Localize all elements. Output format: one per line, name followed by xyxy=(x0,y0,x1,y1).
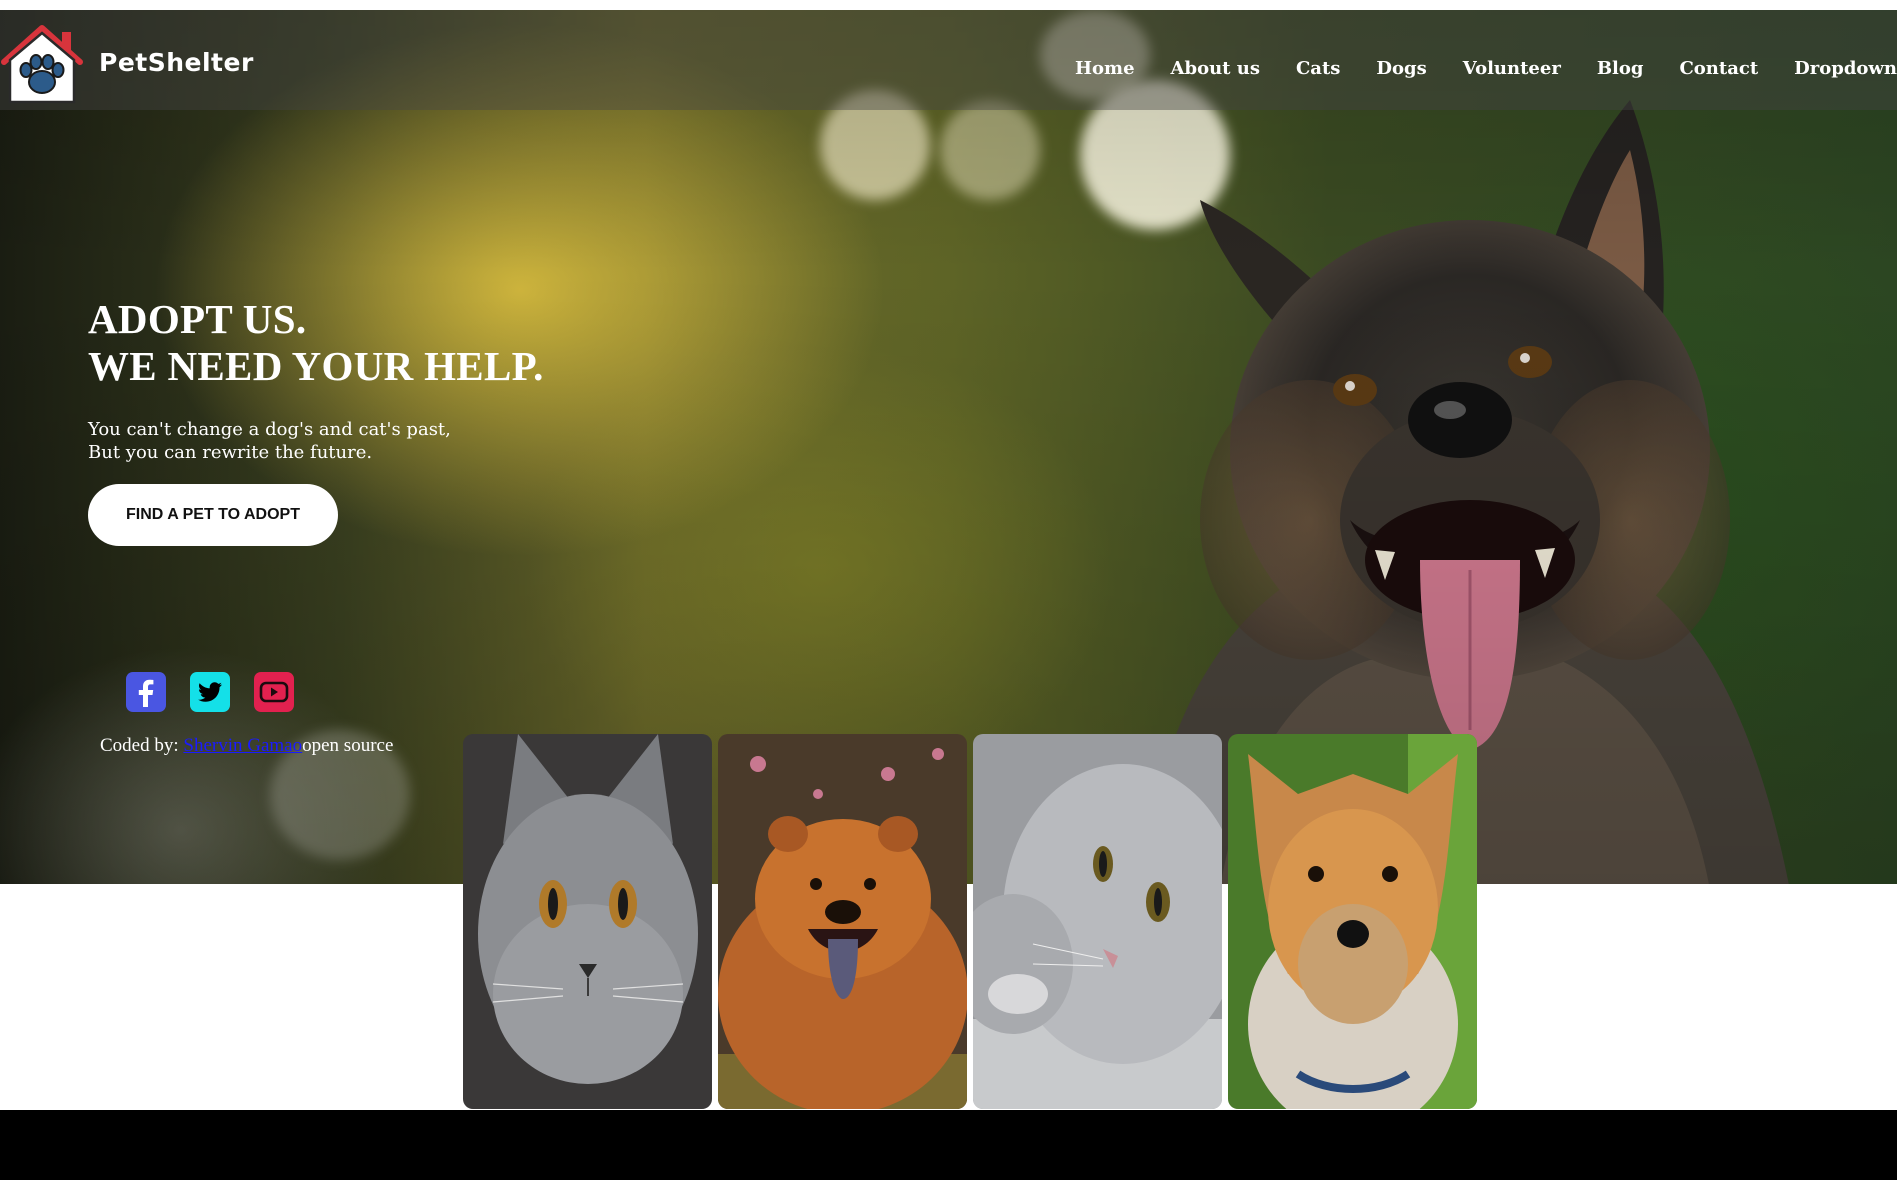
hero-subtext: You can't change a dog's and cat's past,… xyxy=(88,418,451,464)
nav-item-about-us[interactable]: About us xyxy=(1171,58,1260,79)
chow-chow-dog-photo xyxy=(718,734,967,1109)
top-strip xyxy=(0,0,1897,10)
subtext-line-2: But you can rewrite the future. xyxy=(88,442,373,463)
nav-item-blog[interactable]: Blog xyxy=(1597,58,1644,79)
pet-card-yorkshire-terrier[interactable] xyxy=(1228,734,1477,1109)
credit-suffix: open source xyxy=(302,735,394,756)
nav-item-contact[interactable]: Contact xyxy=(1679,58,1758,79)
hero-headline: ADOPT US. WE NEED YOUR HELP. xyxy=(88,296,544,390)
brand-name[interactable]: PetShelter xyxy=(99,48,254,77)
nav-item-home[interactable]: Home xyxy=(1075,58,1135,79)
footer xyxy=(0,1110,1897,1180)
nav-item-volunteer[interactable]: Volunteer xyxy=(1463,58,1561,79)
credit-prefix: Coded by: xyxy=(100,735,184,756)
silver-cat-photo xyxy=(973,734,1222,1109)
twitter-icon[interactable] xyxy=(189,671,231,713)
author-link[interactable]: Shervin Gamao xyxy=(183,735,302,756)
social-links xyxy=(125,671,295,713)
nav-item-cats[interactable]: Cats xyxy=(1296,58,1340,79)
grey-cat-photo xyxy=(463,734,712,1109)
subtext-line-1: You can't change a dog's and cat's past, xyxy=(88,419,451,440)
find-pet-button[interactable]: FIND A PET TO ADOPT xyxy=(88,484,338,546)
pet-card-grey-cat[interactable] xyxy=(463,734,712,1109)
house-paw-icon[interactable] xyxy=(0,22,84,106)
pet-card-chow-chow[interactable] xyxy=(718,734,967,1109)
navbar: PetShelter Home About us Cats Dogs Volun… xyxy=(0,10,1897,110)
youtube-icon[interactable] xyxy=(253,671,295,713)
pet-card-silver-cat[interactable] xyxy=(973,734,1222,1109)
credit-line: Coded by: Shervin Gamaoopen source xyxy=(100,735,393,757)
headline-line-1: ADOPT US. xyxy=(88,296,307,342)
nav-item-dogs[interactable]: Dogs xyxy=(1376,58,1426,79)
nav-item-dropdown[interactable]: Dropdown xyxy=(1794,58,1897,79)
facebook-icon[interactable] xyxy=(125,671,167,713)
nav-menu: Home About us Cats Dogs Volunteer Blog C… xyxy=(1039,58,1897,79)
pet-cards xyxy=(463,734,1477,1109)
headline-line-2: WE NEED YOUR HELP. xyxy=(88,343,544,389)
yorkshire-terrier-photo xyxy=(1228,734,1477,1109)
